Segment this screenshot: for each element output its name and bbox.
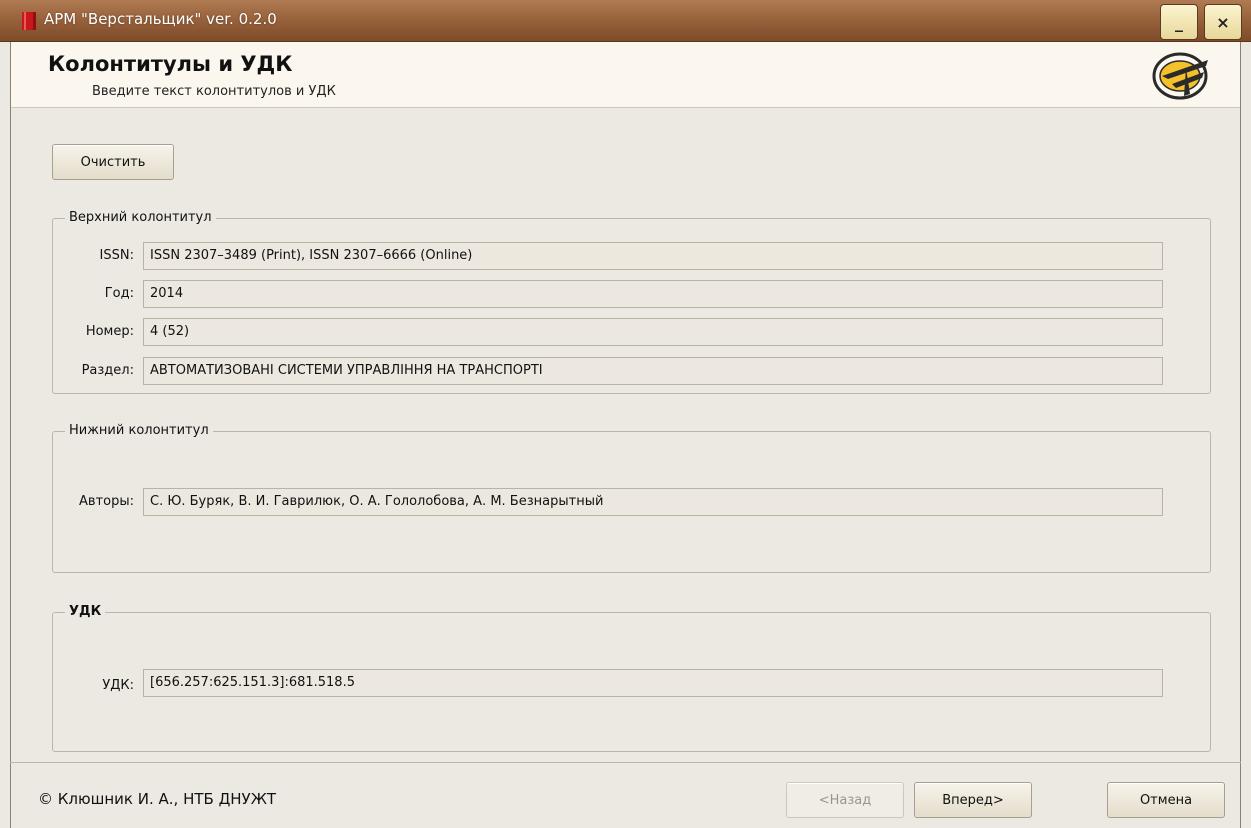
issn-field[interactable]: ISSN 2307–3489 (Print), ISSN 2307–6666 (…	[143, 242, 1163, 270]
issn-label: ISSN:	[99, 248, 134, 263]
number-label: Номер:	[85, 324, 134, 339]
page-subtitle: Введите текст колонтитулов и УДК	[92, 84, 336, 99]
year-field[interactable]: 2014	[143, 280, 1163, 308]
close-button[interactable]: ×	[1204, 4, 1242, 40]
top-header-legend: Верхний колонтитул	[65, 210, 216, 225]
bottom-header-legend: Нижний колонтитул	[65, 423, 213, 438]
back-button[interactable]: <Назад	[786, 782, 904, 818]
udk-legend: УДК	[65, 604, 106, 619]
clear-button[interactable]: Очистить	[52, 144, 174, 180]
authors-field[interactable]: С. Ю. Буряк, В. И. Гаврилюк, О. А. Голол…	[143, 488, 1163, 516]
authors-label: Авторы:	[79, 494, 134, 509]
year-label: Год:	[104, 286, 134, 301]
minimize-button[interactable]: _	[1160, 4, 1198, 40]
footer-divider	[10, 762, 1241, 763]
railway-logo-icon	[1152, 52, 1208, 100]
section-field[interactable]: АВТОМАТИЗОВАНІ СИСТЕМИ УПРАВЛІННЯ НА ТРА…	[143, 357, 1163, 385]
cancel-button[interactable]: Отмена	[1107, 782, 1225, 818]
app-book-icon	[22, 12, 36, 30]
page-title: Колонтитулы и УДК	[48, 52, 293, 76]
next-button[interactable]: Вперед>	[914, 782, 1032, 818]
section-label: Раздел:	[81, 363, 134, 378]
copyright-text: © Клюшник И. А., НТБ ДНУЖТ	[38, 790, 277, 808]
title-bar[interactable]: АРМ "Верстальщик" ver. 0.2.0 _ ×	[0, 0, 1251, 42]
window-title: АРМ "Верстальщик" ver. 0.2.0	[44, 10, 277, 28]
udk-field[interactable]: [656.257:625.151.3]:681.518.5	[143, 669, 1163, 697]
number-field[interactable]: 4 (52)	[143, 318, 1163, 346]
wizard-header: Колонтитулы и УДК Введите текст колонтит…	[10, 42, 1241, 108]
udk-label: УДК:	[102, 678, 134, 693]
